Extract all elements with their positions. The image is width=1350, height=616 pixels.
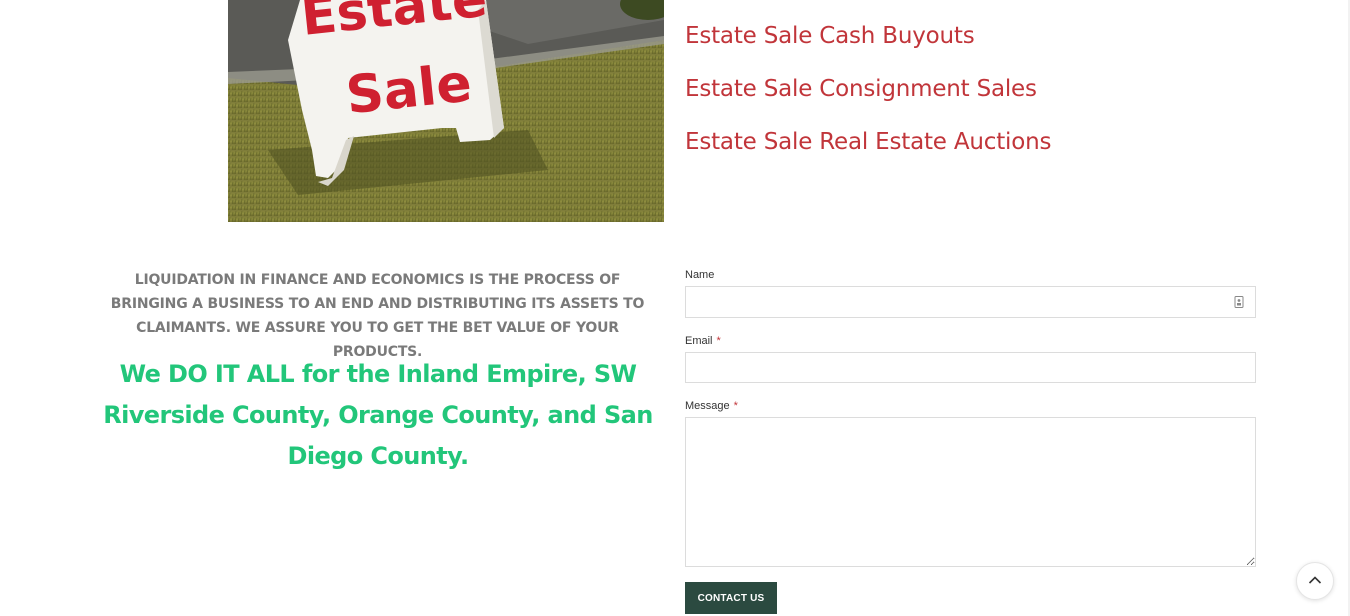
- services-list: Estate Sale Cash Buyouts Estate Sale Con…: [685, 10, 1051, 169]
- scroll-to-top-button[interactable]: [1296, 562, 1334, 600]
- name-label-text: Name: [685, 269, 715, 281]
- email-label-text: Email: [685, 335, 713, 347]
- service-link-real-estate-auctions[interactable]: Estate Sale Real Estate Auctions: [685, 116, 1051, 169]
- contact-us-button[interactable]: CONTACT US: [685, 582, 777, 614]
- email-required-mark: *: [716, 335, 721, 347]
- intro-text: LIQUIDATION IN FINANCE AND ECONOMICS IS …: [110, 272, 645, 360]
- email-field[interactable]: [685, 352, 1256, 383]
- service-area-tagline: We DO IT ALL for the Inland Empire, SW R…: [103, 360, 653, 470]
- service-link-consignment-sales[interactable]: Estate Sale Consignment Sales: [685, 63, 1051, 116]
- message-label: Message *: [685, 400, 738, 412]
- message-label-text: Message: [685, 400, 730, 412]
- message-required-mark: *: [733, 400, 738, 412]
- name-field[interactable]: [685, 286, 1256, 318]
- service-link-cash-buyouts[interactable]: Estate Sale Cash Buyouts: [685, 10, 1051, 63]
- chevron-up-icon: [1308, 576, 1322, 584]
- page: Estate Sale Estate Sale Cash Buyouts Est…: [0, 0, 1350, 616]
- contact-card-icon: [1234, 296, 1244, 308]
- estate-sale-photo: Estate Sale: [228, 0, 664, 222]
- message-field[interactable]: [685, 417, 1256, 567]
- email-label: Email *: [685, 335, 721, 347]
- name-label: Name: [685, 269, 714, 281]
